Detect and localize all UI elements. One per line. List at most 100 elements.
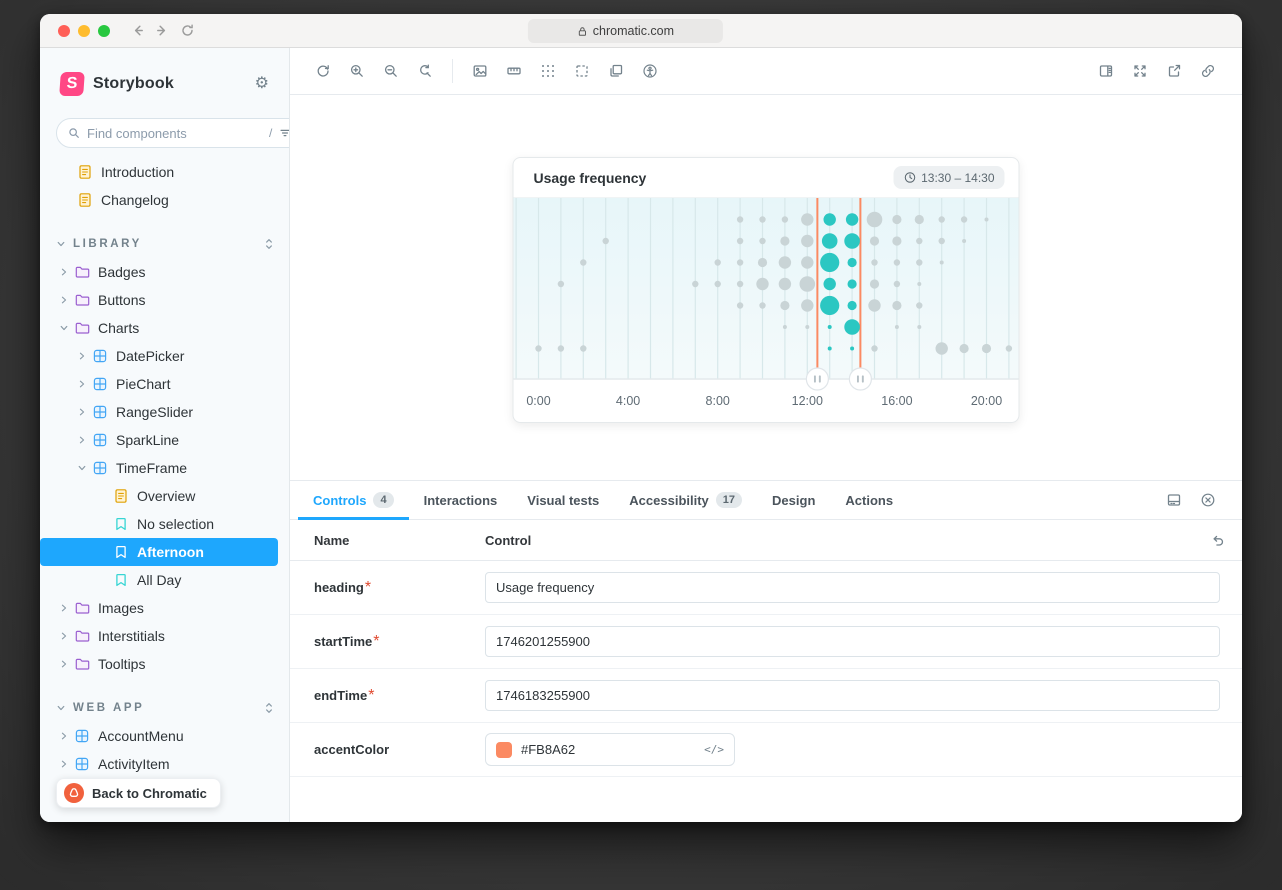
accessibility-icon[interactable] — [633, 63, 667, 79]
measure-icon[interactable] — [497, 63, 531, 79]
copy-link-icon[interactable] — [1191, 63, 1225, 79]
canvas-toolbar — [290, 48, 1242, 95]
tab-label: Visual tests — [527, 493, 599, 508]
panel-position-icon[interactable] — [1089, 63, 1123, 79]
chevron-right-icon[interactable] — [56, 731, 71, 741]
range-slider-handle[interactable] — [849, 368, 871, 390]
chevron-down-icon[interactable] — [56, 323, 71, 333]
sidebar-section-library[interactable]: LIBRARY — [40, 230, 289, 258]
sidebar-item-activityitem[interactable]: ActivityItem — [40, 750, 289, 778]
sidebar-item-badges[interactable]: Badges — [40, 258, 289, 286]
collapse-section-icon[interactable] — [263, 237, 275, 251]
chevron-right-icon[interactable] — [56, 295, 71, 305]
tab-interactions[interactable]: Interactions — [409, 481, 513, 519]
grid-icon[interactable] — [531, 63, 565, 79]
zoom-out-icon[interactable] — [374, 63, 408, 79]
sidebar-item-datepicker[interactable]: DatePicker — [40, 342, 289, 370]
svg-text:20:00: 20:00 — [971, 394, 1002, 408]
range-slider-handle[interactable] — [806, 368, 828, 390]
tab-accessibility[interactable]: Accessibility17 — [614, 481, 757, 519]
viewport-icon[interactable] — [599, 63, 633, 79]
color-control[interactable]: #FB8A62</> — [485, 733, 735, 766]
sidebar-item-label: Tooltips — [98, 656, 145, 672]
folder-icon — [74, 628, 90, 644]
chevron-right-icon[interactable] — [74, 407, 89, 417]
zoom-window-button[interactable] — [98, 25, 110, 37]
story-preview: Usage frequency 13:30 – 14:30 0:004:008:… — [290, 95, 1242, 480]
browser-back-icon[interactable] — [130, 23, 145, 38]
chevron-right-icon[interactable] — [74, 351, 89, 361]
browser-window: chromatic.com S Storybook ⚙ / — [40, 14, 1242, 822]
chevron-right-icon[interactable] — [56, 759, 71, 769]
zoom-in-icon[interactable] — [340, 63, 374, 79]
required-asterisk: * — [365, 579, 371, 596]
search-input[interactable] — [87, 126, 263, 141]
tab-visual-tests[interactable]: Visual tests — [512, 481, 614, 519]
heading-input[interactable] — [485, 572, 1220, 603]
timeframe-chart[interactable]: 0:004:008:0012:0016:0020:00 — [514, 198, 1019, 422]
sidebar-item-buttons[interactable]: Buttons — [40, 286, 289, 314]
chevron-down-icon[interactable] — [74, 463, 89, 473]
chevron-right-icon[interactable] — [74, 435, 89, 445]
toolbar-divider — [452, 59, 453, 83]
tab-actions[interactable]: Actions — [830, 481, 908, 519]
chevron-right-icon[interactable] — [56, 631, 71, 641]
browser-forward-icon[interactable] — [155, 23, 170, 38]
search-box[interactable]: / — [56, 118, 290, 148]
settings-gear-icon[interactable]: ⚙ — [255, 76, 269, 92]
story-bookmark-icon — [113, 572, 129, 588]
search-icon — [67, 126, 81, 140]
tab-controls[interactable]: Controls4 — [298, 481, 409, 519]
tab-label: Actions — [845, 493, 893, 508]
filter-icon[interactable] — [278, 126, 290, 140]
control-row-endTime: endTime* — [290, 669, 1242, 723]
sidebar-item-interstitials[interactable]: Interstitials — [40, 622, 289, 650]
backgrounds-icon[interactable] — [463, 63, 497, 79]
sidebar-item-tooltips[interactable]: Tooltips — [40, 650, 289, 678]
startTime-input[interactable] — [485, 626, 1220, 657]
tab-design[interactable]: Design — [757, 481, 830, 519]
reset-controls-icon[interactable] — [1210, 533, 1242, 548]
sidebar-item-charts[interactable]: Charts — [40, 314, 289, 342]
address-bar[interactable]: chromatic.com — [528, 19, 723, 43]
sidebar-item-images[interactable]: Images — [40, 594, 289, 622]
sidebar-item-timeframe[interactable]: TimeFrame — [40, 454, 289, 482]
sidebar-item-label: TimeFrame — [116, 460, 187, 476]
browser-refresh-icon[interactable] — [180, 23, 195, 38]
chevron-right-icon[interactable] — [56, 603, 71, 613]
endTime-input[interactable] — [485, 680, 1220, 711]
outline-icon[interactable] — [565, 63, 599, 79]
column-header-name: Name — [290, 533, 485, 548]
sidebar-item-rangeslider[interactable]: RangeSlider — [40, 398, 289, 426]
control-name: accentColor — [314, 742, 389, 757]
sidebar-item-changelog[interactable]: Changelog — [40, 186, 289, 214]
sidebar-item-no-selection[interactable]: No selection — [40, 510, 289, 538]
close-window-button[interactable] — [58, 25, 70, 37]
sidebar-item-sparkline[interactable]: SparkLine — [40, 426, 289, 454]
panel-position-bottom-icon[interactable] — [1157, 492, 1191, 508]
sidebar-item-accountmenu[interactable]: AccountMenu — [40, 722, 289, 750]
svg-text:4:00: 4:00 — [616, 394, 640, 408]
tab-label: Design — [772, 493, 815, 508]
sidebar-item-overview[interactable]: Overview — [40, 482, 289, 510]
collapse-section-icon[interactable] — [263, 701, 275, 715]
close-panel-icon[interactable] — [1191, 492, 1225, 508]
back-to-chromatic-button[interactable]: Back to Chromatic — [56, 778, 221, 808]
sidebar-item-afternoon[interactable]: Afternoon — [40, 538, 278, 566]
chevron-right-icon[interactable] — [74, 379, 89, 389]
sidebar-item-all-day[interactable]: All Day — [40, 566, 289, 594]
story-bookmark-icon — [113, 516, 129, 532]
sidebar-item-label: Changelog — [101, 192, 169, 208]
sidebar-item-introduction[interactable]: Introduction — [40, 158, 289, 186]
folder-icon — [74, 600, 90, 616]
open-new-tab-icon[interactable] — [1157, 63, 1191, 79]
sidebar-item-piechart[interactable]: PieChart — [40, 370, 289, 398]
sidebar-section-web-app[interactable]: WEB APP — [40, 694, 289, 722]
chevron-right-icon[interactable] — [56, 659, 71, 669]
minimize-window-button[interactable] — [78, 25, 90, 37]
remount-icon[interactable] — [306, 63, 340, 79]
fullscreen-icon[interactable] — [1123, 63, 1157, 79]
raw-value-toggle-icon[interactable]: </> — [704, 743, 724, 756]
chevron-right-icon[interactable] — [56, 267, 71, 277]
zoom-reset-icon[interactable] — [408, 63, 442, 79]
